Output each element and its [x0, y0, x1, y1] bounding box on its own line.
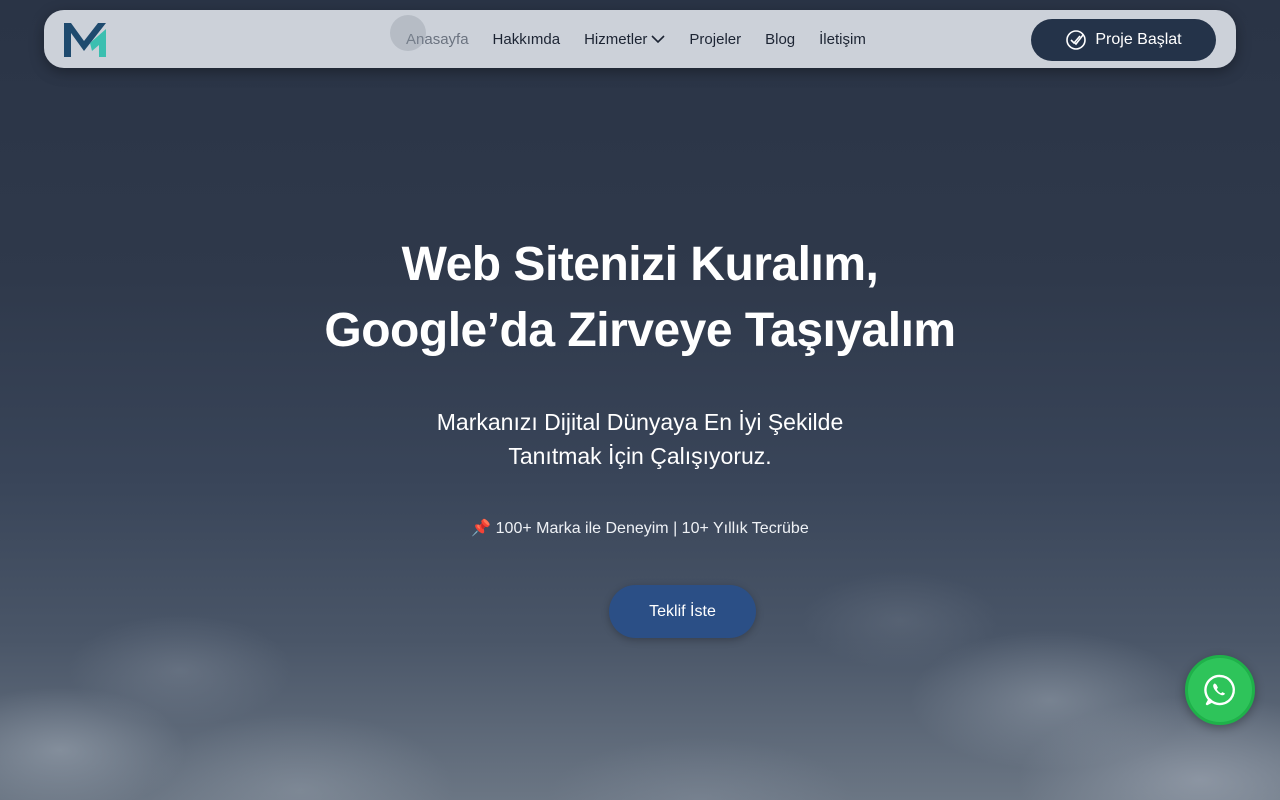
cloud-background: [0, 500, 1280, 800]
nav-item-hizmetler[interactable]: Hizmetler: [584, 31, 665, 48]
whatsapp-button[interactable]: [1185, 655, 1255, 725]
active-indicator: [390, 14, 426, 51]
brand-logo[interactable]: [62, 19, 112, 59]
nav-item-hakkimda[interactable]: Hakkımda: [493, 31, 561, 48]
m-brand-logo-icon: [64, 23, 106, 57]
experience-note: 📌 100+ Marka ile Deneyim | 10+ Yıllık Te…: [471, 520, 809, 537]
navbar: Anasayfa Hakkımda Hizmetler Projeler Blo…: [44, 10, 1236, 68]
nav-item-projeler[interactable]: Projeler: [689, 31, 741, 48]
nav-item-iletisim[interactable]: İletişim: [819, 31, 866, 48]
nav-item-anasayfa[interactable]: Anasayfa: [390, 14, 469, 51]
hero-subtitle: Markanızı Dijital Dünyaya En İyi Şekilde…: [0, 405, 1280, 473]
nav-item-label: Hizmetler: [584, 30, 648, 48]
nav-item-blog[interactable]: Blog: [765, 31, 795, 48]
hero-title-line-2: Google’da Zirveye Taşıyalım: [324, 304, 956, 357]
nav-item-label: Blog: [765, 30, 796, 48]
chevron-down-icon: [651, 35, 665, 44]
start-project-button[interactable]: Proje Başlat: [1031, 19, 1216, 61]
hero-title-line-1: Web Sitenizi Kuralım,: [401, 238, 879, 291]
hero-subtitle-line-1: Markanızı Dijital Dünyaya En İyi Şekilde: [436, 409, 844, 435]
nav-item-label: Projeler: [689, 30, 742, 48]
hero-title: Web Sitenizi Kuralım, Google’da Zirveye …: [0, 232, 1280, 364]
whatsapp-icon: [1204, 674, 1235, 706]
request-quote-label: Teklif İste: [649, 602, 716, 620]
nav-item-label: Hakkımda: [492, 30, 561, 48]
double-check-icon: [1066, 30, 1087, 50]
start-project-label: Proje Başlat: [1095, 31, 1182, 48]
nav-item-label: İletişim: [819, 30, 866, 48]
main-nav: Anasayfa Hakkımda Hizmetler Projeler Blo…: [390, 10, 890, 68]
hero-subtitle-line-2: Tanıtmak İçin Çalışıyoruz.: [508, 443, 772, 469]
request-quote-button[interactable]: Teklif İste: [609, 585, 756, 638]
